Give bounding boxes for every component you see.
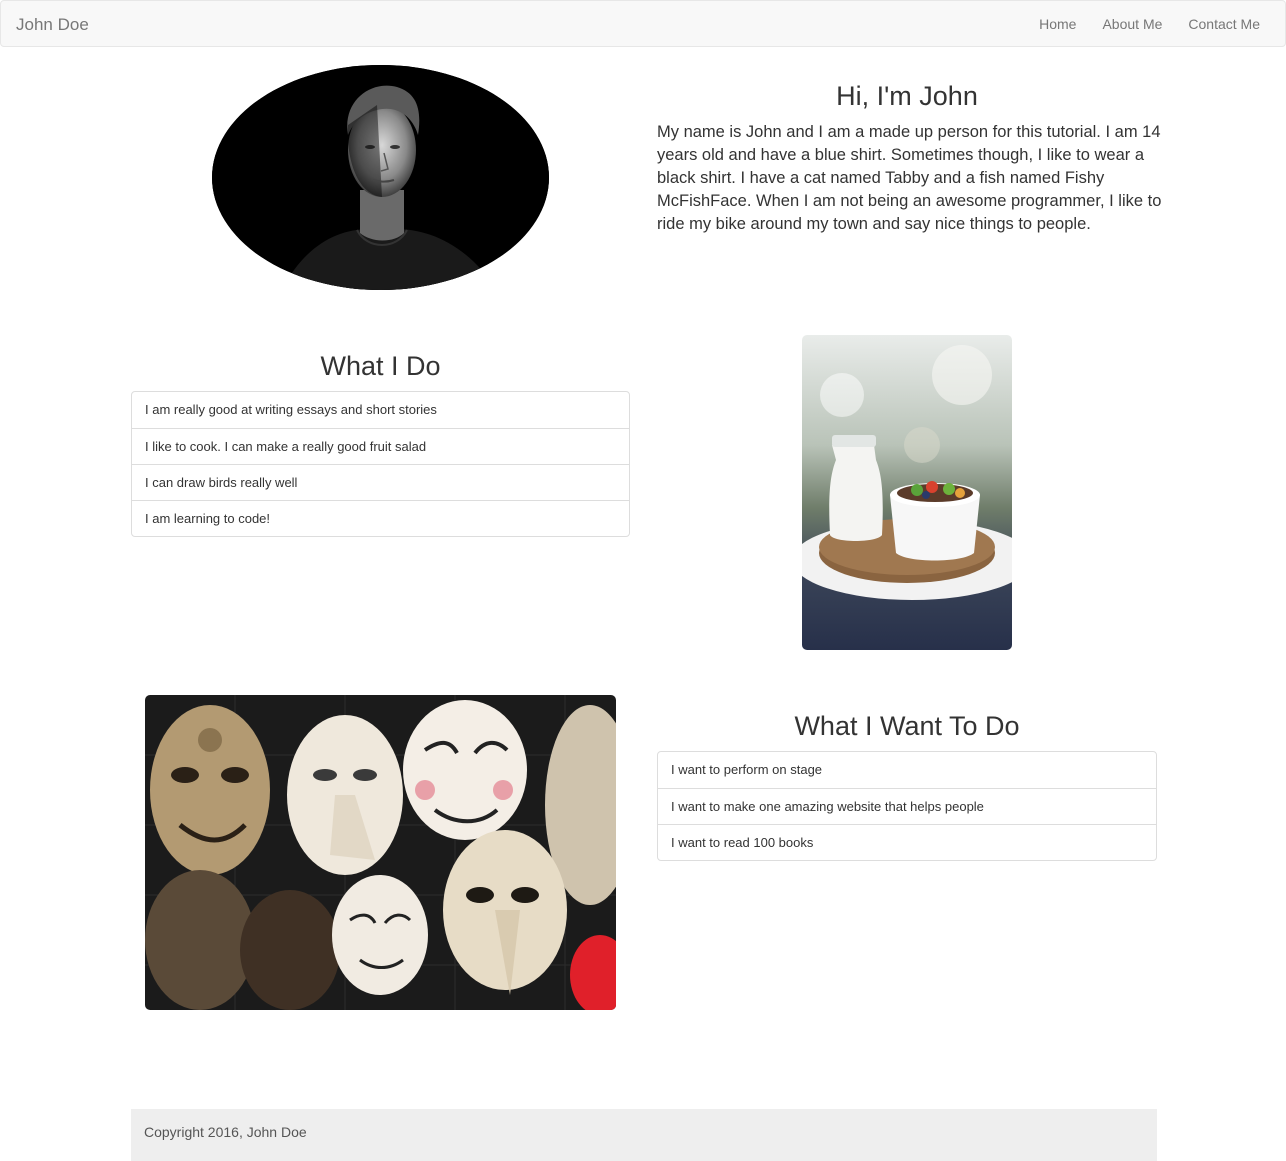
- footer: Copyright 2016, John Doe: [131, 1109, 1157, 1161]
- hero-title: Hi, I'm John: [836, 81, 978, 111]
- nav-about-link[interactable]: About Me: [1089, 1, 1175, 48]
- nav-links: Home About Me Contact Me: [1026, 1, 1273, 48]
- what-i-do-list: I am really good at writing essays and s…: [131, 391, 630, 537]
- list-item: I want to read 100 books: [658, 824, 1156, 860]
- what-i-do-heading: What I Do: [320, 351, 441, 381]
- what-i-want-heading: What I Want To Do: [794, 711, 1020, 741]
- list-item: I like to cook. I can make a really good…: [132, 428, 629, 464]
- nav-home-link[interactable]: Home: [1026, 1, 1089, 48]
- masks-photo: [145, 695, 616, 1010]
- list-item: I can draw birds really well: [132, 464, 629, 500]
- list-item: I am really good at writing essays and s…: [145, 402, 437, 417]
- hero-paragraph: My name is John and I am a made up perso…: [657, 123, 1162, 233]
- brand-link[interactable]: John Doe: [16, 15, 89, 35]
- navbar: John Doe Home About Me Contact Me: [0, 0, 1286, 47]
- nav-contact-link[interactable]: Contact Me: [1175, 1, 1273, 48]
- footer-copyright: Copyright 2016, John Doe: [144, 1124, 307, 1140]
- food-photo: [802, 335, 1012, 650]
- profile-photo: [212, 65, 549, 290]
- list-item: I am learning to code!: [132, 500, 629, 536]
- what-i-want-list: I want to perform on stage I want to mak…: [657, 751, 1157, 861]
- list-item: I want to perform on stage: [671, 762, 823, 777]
- list-item: I want to make one amazing website that …: [658, 788, 1156, 824]
